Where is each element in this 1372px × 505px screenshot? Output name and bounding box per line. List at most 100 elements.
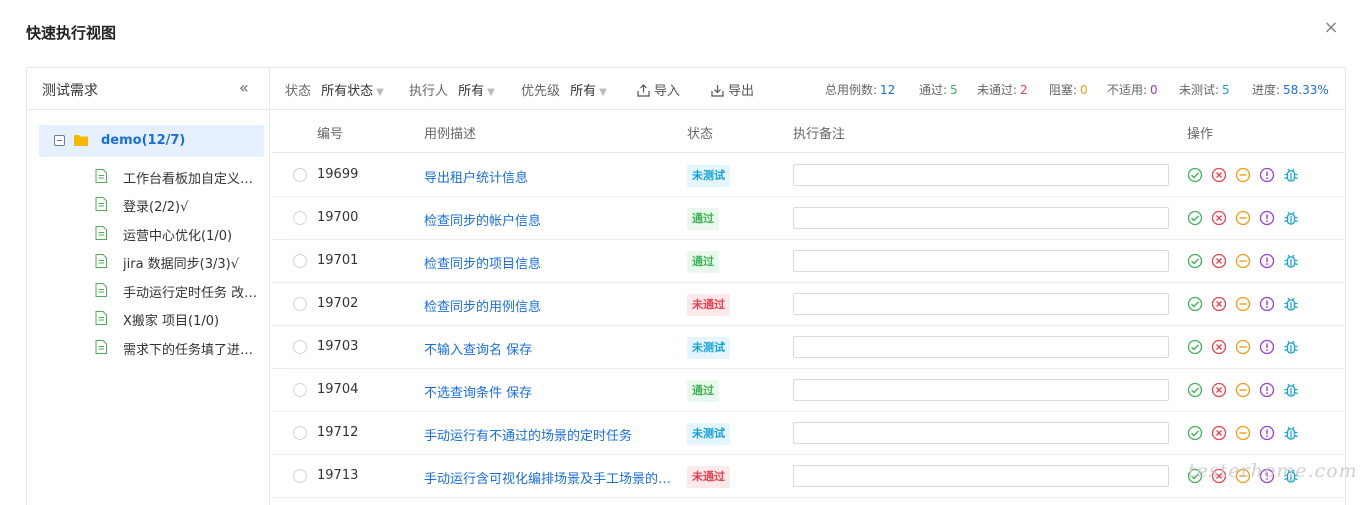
tree-item[interactable]: 登录(2/2)√ <box>95 194 265 216</box>
fail-icon[interactable] <box>1211 382 1227 398</box>
execution-note-input[interactable] <box>793 250 1169 272</box>
status-badge: 未测试 <box>687 165 730 187</box>
case-description-link[interactable]: 检查同步的帐户信息 <box>424 210 674 229</box>
pass-icon[interactable] <box>1187 253 1203 269</box>
pass-icon[interactable] <box>1187 425 1203 441</box>
tree-item[interactable]: 手动运行定时任务 改… <box>95 280 265 302</box>
executor-filter-value: 所有 <box>458 84 485 99</box>
row-actions <box>1187 210 1307 228</box>
execution-note-input[interactable] <box>793 465 1169 487</box>
stat-total: 总用例数: 12 <box>825 81 895 98</box>
export-label: 导出 <box>728 84 755 99</box>
tree-item[interactable]: 运营中心优化(1/0) <box>95 223 265 245</box>
tree-item-label: 运营中心优化(1/0) <box>123 229 233 244</box>
tree-item-label: X搬家 项目(1/0) <box>123 314 220 329</box>
collapse-node-icon[interactable] <box>54 135 65 146</box>
fail-icon[interactable] <box>1211 296 1227 312</box>
pass-icon[interactable] <box>1187 167 1203 183</box>
status-badge: 通过 <box>687 251 719 273</box>
bug-icon[interactable] <box>1283 253 1299 269</box>
tree-item[interactable]: 需求下的任务填了进… <box>95 337 265 359</box>
row-select-radio[interactable] <box>293 297 307 311</box>
execution-panel: 测试需求 « demo(12/7) 工作台看板加自定义… 登录(2/2)√ 运营中心… <box>26 67 1346 505</box>
blocked-icon[interactable] <box>1235 210 1251 226</box>
case-description-link[interactable]: 手动运行含可视化编排场景及手工场景的… <box>424 468 674 487</box>
folder-icon <box>74 135 88 146</box>
not-applicable-icon[interactable] <box>1259 296 1275 312</box>
case-description-link[interactable]: 手动运行有不通过的场景的定时任务 <box>424 425 674 444</box>
bug-icon[interactable] <box>1283 210 1299 226</box>
pass-icon[interactable] <box>1187 382 1203 398</box>
collapse-sidebar-icon[interactable]: « <box>239 78 249 97</box>
case-description-link[interactable]: 检查同步的项目信息 <box>424 253 674 272</box>
row-actions <box>1187 296 1307 314</box>
fail-icon[interactable] <box>1211 167 1227 183</box>
fail-icon[interactable] <box>1211 253 1227 269</box>
stat-untested: 未测试: 5 <box>1179 81 1230 98</box>
tree-node-root[interactable]: demo(12/7) <box>39 125 264 157</box>
table-row: 19713 手动运行含可视化编排场景及手工场景的… 未通过 <box>271 455 1345 498</box>
case-description-link[interactable]: 不输入查询名 保存 <box>424 339 674 358</box>
case-description-link[interactable]: 不选查询条件 保存 <box>424 382 674 401</box>
fail-icon[interactable] <box>1211 210 1227 226</box>
blocked-icon[interactable] <box>1235 382 1251 398</box>
executor-filter[interactable]: 执行人 所有 ▼ <box>409 80 495 99</box>
bug-icon[interactable] <box>1283 425 1299 441</box>
requirements-sidebar: 测试需求 « demo(12/7) 工作台看板加自定义… 登录(2/2)√ 运营中心… <box>27 68 270 505</box>
not-applicable-icon[interactable] <box>1259 339 1275 355</box>
bug-icon[interactable] <box>1283 382 1299 398</box>
row-actions <box>1187 425 1307 443</box>
bug-icon[interactable] <box>1283 339 1299 355</box>
execution-note-input[interactable] <box>793 164 1169 186</box>
row-select-radio[interactable] <box>293 426 307 440</box>
execution-note-input[interactable] <box>793 207 1169 229</box>
pass-icon[interactable] <box>1187 210 1203 226</box>
row-select-radio[interactable] <box>293 211 307 225</box>
execution-note-input[interactable] <box>793 336 1169 358</box>
blocked-icon[interactable] <box>1235 167 1251 183</box>
priority-filter[interactable]: 优先级 所有 ▼ <box>521 80 607 99</box>
executor-filter-label: 执行人 <box>409 84 449 99</box>
close-icon[interactable]: × <box>1321 18 1341 38</box>
execution-note-input[interactable] <box>793 379 1169 401</box>
tree-item[interactable]: jira 数据同步(3/3)√ <box>95 251 265 273</box>
row-select-radio[interactable] <box>293 469 307 483</box>
stat-untested-label: 未测试: <box>1179 83 1220 97</box>
import-button[interactable]: 导入 <box>637 80 680 99</box>
status-filter[interactable]: 状态 所有状态 ▼ <box>285 80 384 99</box>
export-button[interactable]: 导出 <box>711 80 754 99</box>
blocked-icon[interactable] <box>1235 425 1251 441</box>
blocked-icon[interactable] <box>1235 253 1251 269</box>
not-applicable-icon[interactable] <box>1259 210 1275 226</box>
priority-filter-label: 优先级 <box>521 84 561 99</box>
bug-icon[interactable] <box>1283 167 1299 183</box>
bug-icon[interactable] <box>1283 296 1299 312</box>
row-select-radio[interactable] <box>293 383 307 397</box>
case-description-link[interactable]: 检查同步的用例信息 <box>424 296 674 315</box>
stat-fail-label: 未通过: <box>977 83 1018 97</box>
row-select-radio[interactable] <box>293 254 307 268</box>
row-select-radio[interactable] <box>293 340 307 354</box>
not-applicable-icon[interactable] <box>1259 167 1275 183</box>
execution-note-input[interactable] <box>793 293 1169 315</box>
row-select-radio[interactable] <box>293 168 307 182</box>
pass-icon[interactable] <box>1187 339 1203 355</box>
fail-icon[interactable] <box>1211 425 1227 441</box>
tree-item[interactable]: X搬家 项目(1/0) <box>95 308 265 330</box>
execution-note-input[interactable] <box>793 422 1169 444</box>
header-status: 状态 <box>687 127 714 142</box>
fail-icon[interactable] <box>1211 339 1227 355</box>
table-row: 19701 检查同步的项目信息 通过 <box>271 240 1345 283</box>
stat-fail-value: 2 <box>1020 83 1028 97</box>
blocked-icon[interactable] <box>1235 339 1251 355</box>
not-applicable-icon[interactable] <box>1259 425 1275 441</box>
case-id: 19700 <box>317 210 359 225</box>
blocked-icon[interactable] <box>1235 296 1251 312</box>
stat-blocked-label: 阻塞: <box>1049 83 1078 97</box>
not-applicable-icon[interactable] <box>1259 253 1275 269</box>
case-description-link[interactable]: 导出租户统计信息 <box>424 167 674 186</box>
download-icon <box>711 85 724 97</box>
not-applicable-icon[interactable] <box>1259 382 1275 398</box>
pass-icon[interactable] <box>1187 296 1203 312</box>
tree-item[interactable]: 工作台看板加自定义… <box>95 166 265 188</box>
